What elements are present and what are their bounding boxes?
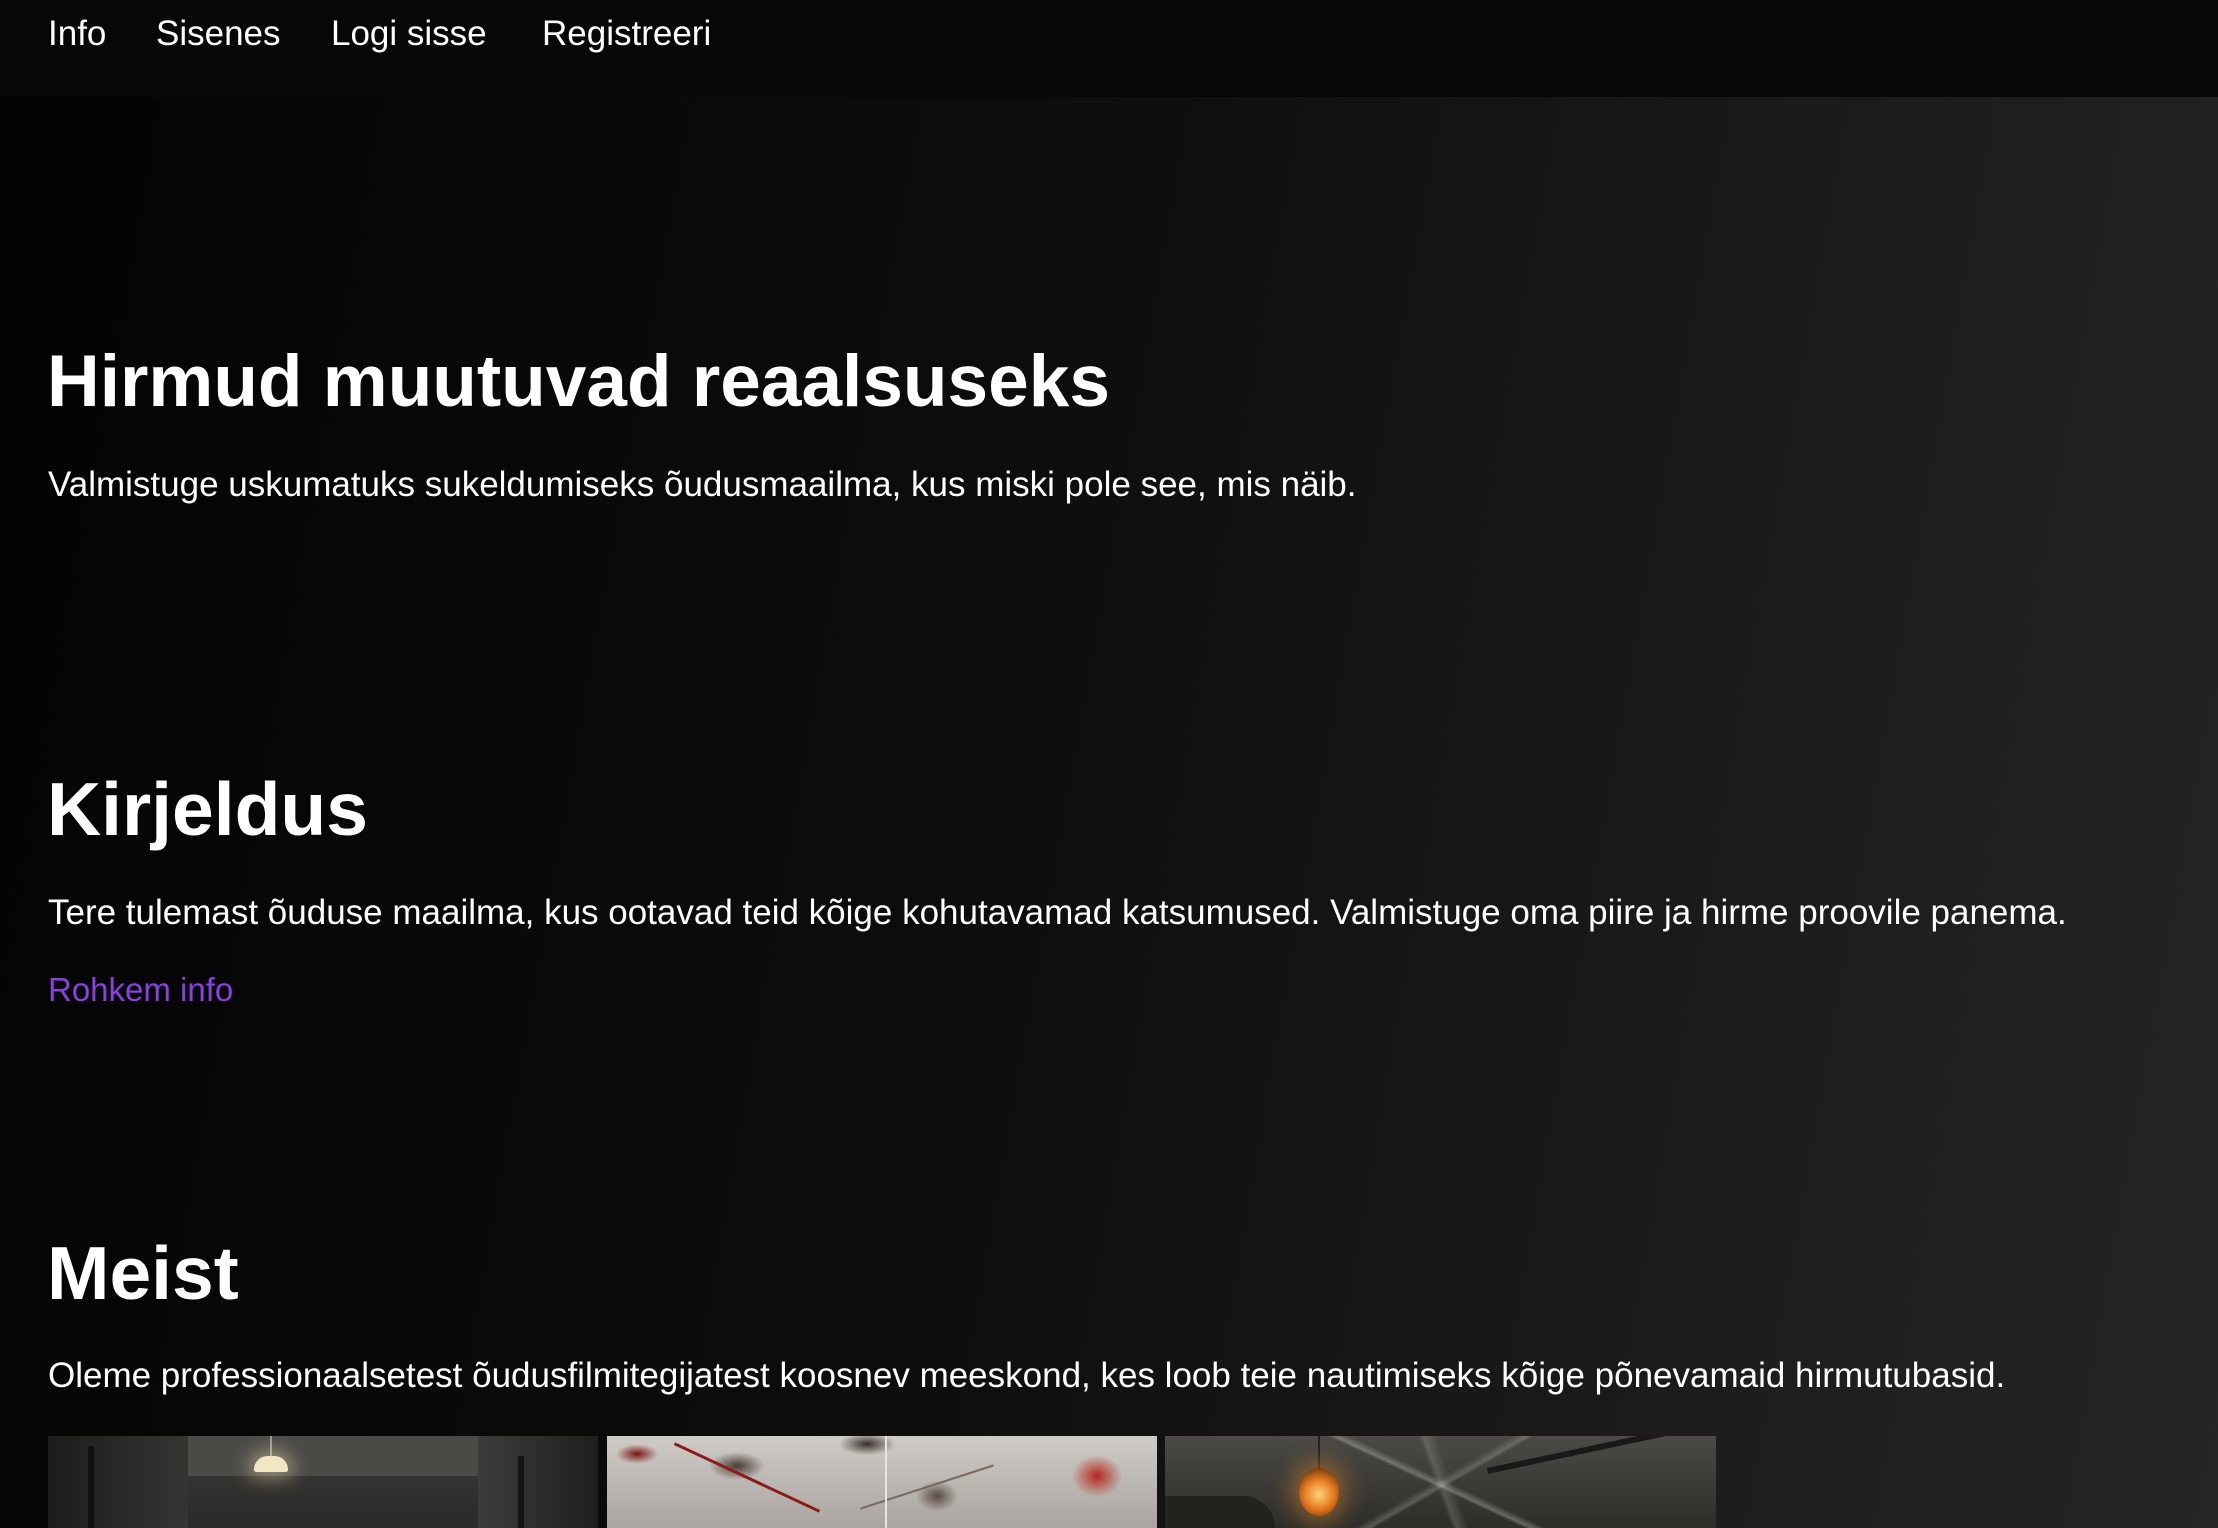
meist-title: Meist: [47, 1231, 239, 1315]
gallery-image-lantern-cellar[interactable]: [1165, 1436, 1716, 1528]
photo-shadow: [1165, 1496, 1275, 1528]
nav-link-register[interactable]: Registreeri: [542, 12, 711, 56]
hanging-lamp-icon: [254, 1456, 288, 1472]
lamp-cord: [270, 1436, 272, 1458]
nav-link-sisenes[interactable]: Sisenes: [156, 12, 281, 56]
nav-link-info[interactable]: Info: [48, 12, 106, 56]
hero-title: Hirmud muutuvad reaalsuseks: [47, 341, 1110, 422]
kirjeldus-title: Kirjeldus: [47, 767, 368, 851]
hero-text: Valmistuge uskumatuks sukeldumiseks õudu…: [48, 465, 1357, 504]
top-navbar: Info Sisenes Logi sisse Registreeri: [0, 0, 2218, 97]
meist-text: Oleme professionaalsetest õudusfilmitegi…: [48, 1356, 2006, 1395]
photo-wall-right: [478, 1436, 598, 1528]
photo-wall-left: [48, 1436, 188, 1528]
photo-ceiling: [168, 1436, 498, 1476]
nav-link-login[interactable]: Logi sisse: [331, 12, 487, 56]
photo-string: [885, 1436, 887, 1528]
gallery-image-bloody-wall[interactable]: [607, 1436, 1157, 1528]
lantern-cord: [1318, 1436, 1320, 1470]
lantern-icon: [1299, 1468, 1339, 1516]
photo-post: [88, 1446, 94, 1528]
photo-post: [518, 1456, 524, 1528]
kirjeldus-text: Tere tulemast õuduse maailma, kus ootava…: [48, 893, 2067, 932]
more-info-link[interactable]: Rohkem info: [48, 968, 233, 1012]
gallery-image-dark-room[interactable]: [48, 1436, 598, 1528]
